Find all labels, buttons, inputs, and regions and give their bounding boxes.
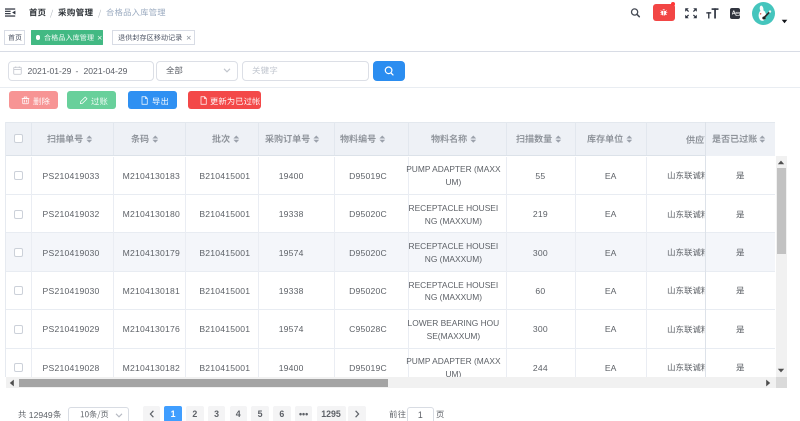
svg-text:A: A bbox=[731, 11, 735, 17]
